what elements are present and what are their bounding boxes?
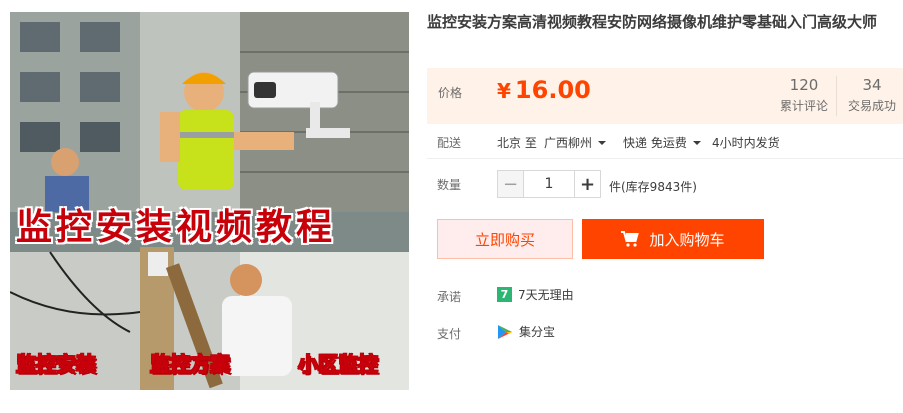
image-keyword: 监控方案 [150,352,231,377]
chevron-down-icon [692,141,701,145]
buy-now-button[interactable]: 立即购买 [437,219,573,259]
review-count: 120 [789,76,819,94]
review-count-stat[interactable]: 120 累计评论 [777,76,831,114]
shipping-label: 配送 [437,136,462,150]
stock-text: 件(库存9843件) [609,180,697,194]
stat-divider [836,76,837,116]
promise-label: 承诺 [437,290,462,304]
buy-now-label: 立即购买 [474,230,535,249]
quantity-stepper: − + [497,170,601,198]
price-label: 价格 [438,86,463,100]
cart-icon [621,231,640,247]
ship-destination: 广西柳州 [544,136,593,150]
chevron-down-icon [598,141,607,145]
seven-day-return-text: 7天无理由 [518,288,574,302]
dispatch-time: 4小时内发货 [712,136,780,150]
sales-count-caption: 交易成功 [847,99,896,113]
divider [427,158,903,159]
ship-destination-select[interactable]: 广西柳州 [544,134,607,151]
shipping-row: 配送 北京 至 广西柳州 快递 免运费 4小时内发货 [437,134,780,151]
ship-method: 快递 免运费 [623,136,687,150]
sales-count-stat: 34 交易成功 [841,76,903,114]
payment-row: 支付 集分宝 [437,324,555,342]
add-to-cart-button[interactable]: 加入购物车 [582,219,764,259]
jifenbao-icon [497,324,513,340]
seven-day-return[interactable]: 7 7天无理由 [497,286,574,303]
seven-day-badge-icon: 7 [497,287,512,302]
currency-symbol: ¥ [497,79,511,103]
add-to-cart-label: 加入购物车 [649,230,725,249]
price-value: ¥16.00 [497,76,591,104]
sales-count: 34 [862,76,882,94]
ship-from: 北京 至 [497,136,537,150]
image-keyword: 监控安装 [16,352,97,377]
promise-row: 承诺 7 7天无理由 [437,287,574,305]
price-amount: 16.00 [514,76,591,104]
image-keyword: 小区监控 [298,352,379,377]
increase-button[interactable]: + [574,171,600,197]
product-title: 监控安装方案高清视频教程安防网络摄像机维护零基础入门高级大师 [427,13,878,31]
decrease-button[interactable]: − [498,171,524,197]
ship-method-select[interactable]: 快递 免运费 [623,134,701,151]
quantity-input[interactable] [524,171,574,197]
review-count-caption: 累计评论 [779,99,828,113]
price-panel: 价格 ¥16.00 120 累计评论 34 交易成功 [427,68,903,124]
quantity-row: 数量 − + 件(库存9843件) [437,170,697,198]
payment-method[interactable]: 集分宝 [497,323,555,340]
quantity-label: 数量 [437,178,462,192]
product-image[interactable]: 监控安装视频教程 监控安装 监控方案 小区监控 [10,12,409,390]
payment-label: 支付 [437,327,462,341]
payment-method-text: 集分宝 [519,325,556,339]
image-headline: 监控安装视频教程 [16,207,337,248]
